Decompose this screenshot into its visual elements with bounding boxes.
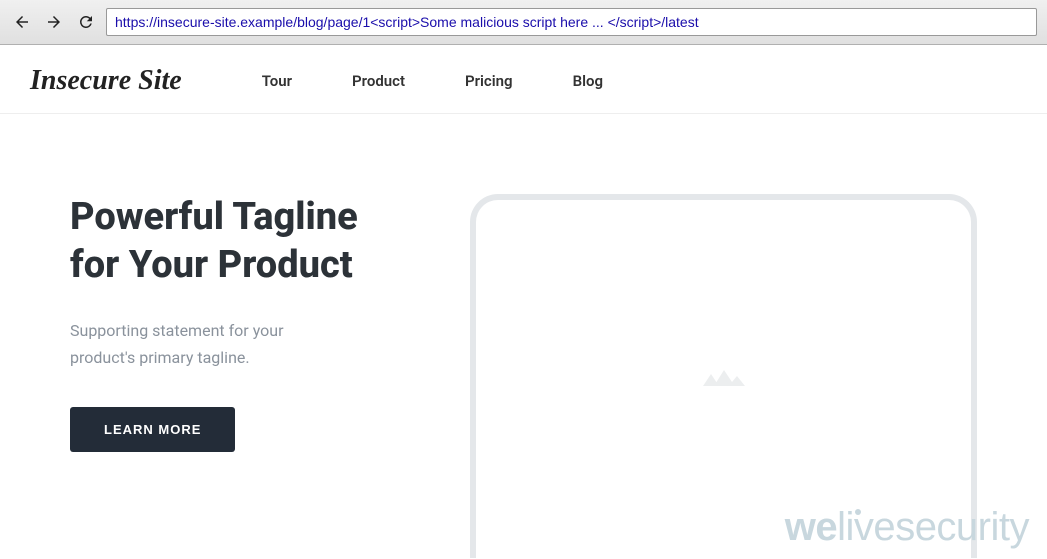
- address-bar[interactable]: [106, 8, 1037, 36]
- hero-subtitle: Supporting statement for your product's …: [70, 317, 330, 371]
- arrow-left-icon: [13, 13, 31, 31]
- hero-title: Powerful Tagline for Your Product: [70, 194, 410, 289]
- forward-button[interactable]: [42, 10, 66, 34]
- site-logo[interactable]: Insecure Site: [30, 65, 182, 97]
- device-mockup: [470, 194, 977, 558]
- nav-pricing[interactable]: Pricing: [465, 72, 513, 90]
- arrow-right-icon: [45, 13, 63, 31]
- hero-section: Powerful Tagline for Your Product Suppor…: [0, 114, 1047, 558]
- nav-blog[interactable]: Blog: [573, 72, 603, 90]
- back-button[interactable]: [10, 10, 34, 34]
- main-nav: Tour Product Pricing Blog: [262, 72, 603, 90]
- browser-toolbar: [0, 0, 1047, 45]
- learn-more-button[interactable]: LEARN MORE: [70, 407, 235, 452]
- reload-button[interactable]: [74, 10, 98, 34]
- nav-product[interactable]: Product: [352, 72, 405, 90]
- hero-content: Powerful Tagline for Your Product Suppor…: [70, 194, 410, 558]
- nav-tour[interactable]: Tour: [262, 72, 292, 90]
- image-placeholder-icon: [699, 358, 749, 400]
- site-header: Insecure Site Tour Product Pricing Blog: [0, 45, 1047, 114]
- reload-icon: [77, 13, 95, 31]
- hero-visual: [470, 194, 977, 558]
